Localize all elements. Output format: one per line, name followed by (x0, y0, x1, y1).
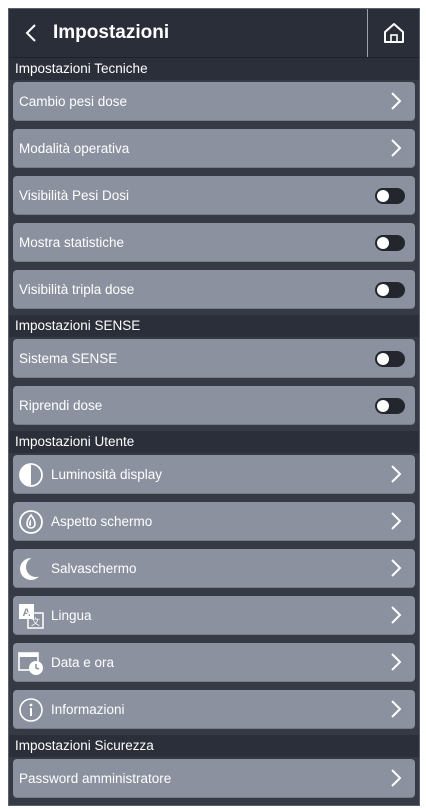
riprendi-dose-item: Riprendi dose (13, 386, 415, 425)
item-label: Modalità operativa (19, 141, 130, 156)
informazioni-item[interactable]: Informazioni (13, 690, 415, 729)
item-label: Data e ora (51, 655, 115, 670)
info-icon (17, 696, 45, 724)
item-label: Mostra statistiche (19, 235, 125, 250)
chevron-right-icon (391, 512, 402, 530)
section-header-tecniche: Impostazioni Tecniche (9, 58, 419, 80)
item-label: Visibilità tripla dose (19, 282, 135, 297)
chevron-right-icon (391, 465, 402, 483)
chevron-left-icon (25, 24, 36, 42)
section-header-utente: Impostazioni Utente (9, 431, 419, 453)
moon-icon (17, 555, 45, 583)
page-title: Impostazioni (53, 22, 170, 43)
modalita-operativa-item[interactable]: Modalità operativa (13, 129, 415, 168)
item-label: Informazioni (51, 702, 125, 717)
item-label: Sistema SENSE (19, 351, 118, 366)
chevron-right-icon (391, 653, 402, 671)
chevron-right-icon (391, 769, 402, 787)
item-label: Lingua (51, 608, 92, 623)
sistema-sense-toggle[interactable] (375, 351, 405, 367)
language-icon: A 文 (17, 602, 45, 630)
password-amministratore-item[interactable]: Password amministratore (13, 759, 415, 798)
item-label: Password amministratore (19, 771, 172, 786)
section-header-sense: Impostazioni SENSE (9, 315, 419, 337)
brightness-icon (17, 461, 45, 489)
item-label: Salvaschermo (51, 561, 137, 576)
riprendi-dose-toggle[interactable] (375, 398, 405, 414)
item-label: Visibilità Pesi Dosi (19, 188, 130, 203)
item-label: Aspetto schermo (51, 514, 153, 529)
chevron-right-icon (391, 606, 402, 624)
chevron-right-icon (391, 139, 402, 157)
mostra-statistiche-item: Mostra statistiche (13, 223, 415, 262)
calendar-clock-icon (17, 649, 45, 677)
section-header-sicurezza: Impostazioni Sicurezza (9, 735, 419, 757)
item-label: Cambio pesi dose (19, 94, 128, 109)
home-button[interactable] (367, 9, 419, 57)
chevron-right-icon (391, 92, 402, 110)
cambio-pesi-dose-item[interactable]: Cambio pesi dose (13, 82, 415, 121)
chevron-right-icon (391, 700, 402, 718)
app-header: Impostazioni (9, 9, 419, 58)
mostra-statistiche-toggle[interactable] (375, 235, 405, 251)
visibilita-pesi-dosi-toggle[interactable] (375, 188, 405, 204)
aspetto-schermo-item[interactable]: Aspetto schermo (13, 502, 415, 541)
settings-screen: Impostazioni Impostazioni Tecniche Cambi… (8, 8, 420, 806)
luminosita-display-item[interactable]: Luminosità display (13, 455, 415, 494)
data-e-ora-item[interactable]: Data e ora (13, 643, 415, 682)
item-label: Riprendi dose (19, 398, 103, 413)
lingua-item[interactable]: A 文 Lingua (13, 596, 415, 635)
home-icon (383, 23, 404, 43)
item-label: Luminosità display (51, 467, 163, 482)
salvaschermo-item[interactable]: Salvaschermo (13, 549, 415, 588)
drop-icon (17, 508, 45, 536)
visibilita-tripla-dose-item: Visibilità tripla dose (13, 270, 415, 309)
visibilita-pesi-dosi-item: Visibilità Pesi Dosi (13, 176, 415, 215)
svg-text:文: 文 (31, 616, 40, 627)
sistema-sense-item: Sistema SENSE (13, 339, 415, 378)
chevron-right-icon (391, 559, 402, 577)
back-button[interactable] (9, 9, 53, 57)
visibilita-tripla-dose-toggle[interactable] (375, 282, 405, 298)
